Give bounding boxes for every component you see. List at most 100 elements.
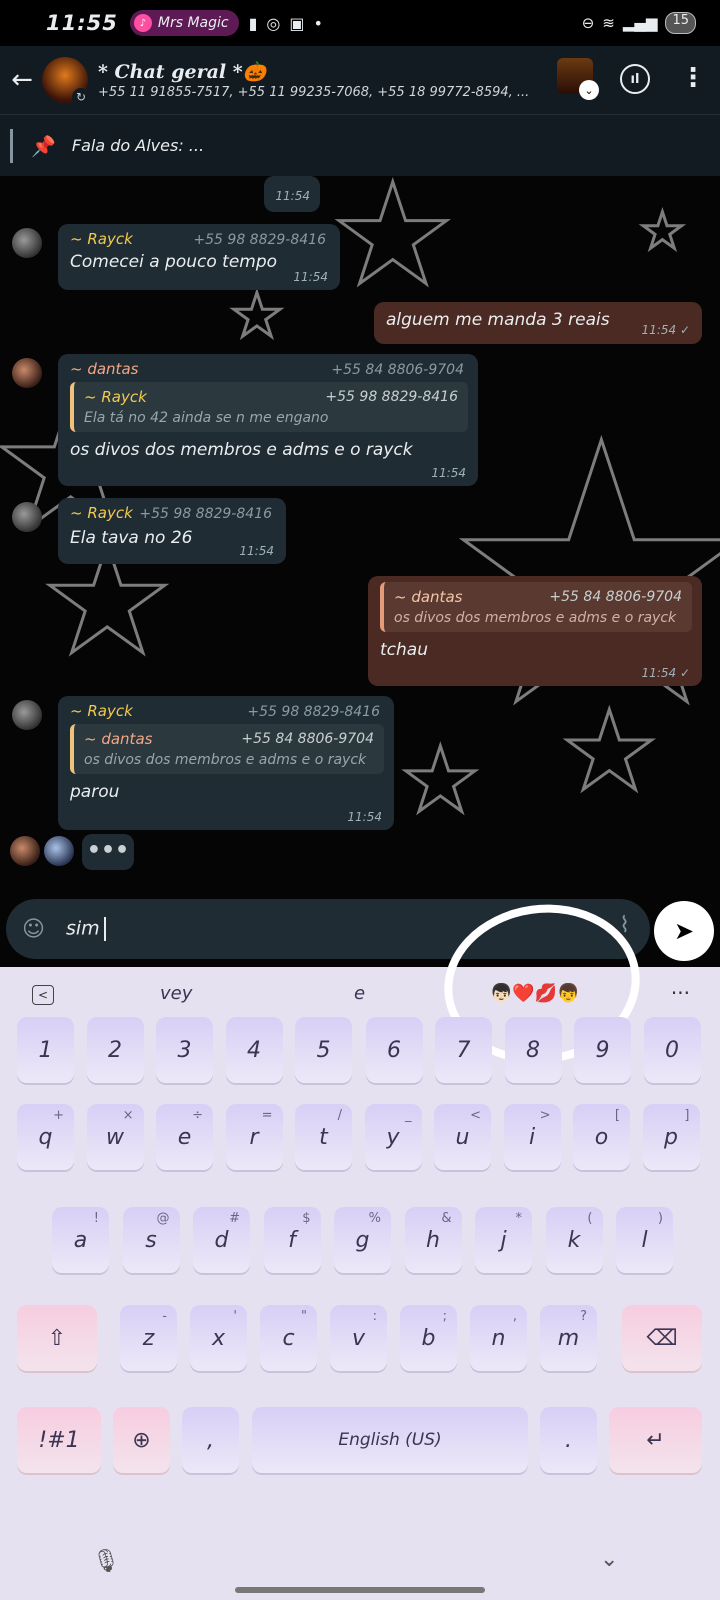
key-z[interactable]: z- xyxy=(120,1305,177,1371)
send-button[interactable]: ➤ xyxy=(654,901,714,961)
shift-key[interactable]: ⇧ xyxy=(17,1305,97,1371)
key-label: , xyxy=(207,1427,214,1453)
message-time: 11:54 ✓ xyxy=(641,666,690,680)
wallpaper-star: ★ xyxy=(639,202,687,260)
key-1[interactable]: 1 xyxy=(17,1017,74,1083)
symbols-key[interactable]: !#1 xyxy=(17,1407,101,1473)
chat-info[interactable]: * Chat geral *🎃 +55 11 91855-7517, +55 1… xyxy=(98,60,538,100)
more-icon[interactable]: ··· xyxy=(671,981,690,1005)
key-label: 6 xyxy=(387,1037,401,1063)
status-bar: 11:55 ♪ Mrs Magic ▮ ◎ ▣ • ⊖ ≋ ▂▄▆ 15 xyxy=(0,0,720,46)
avatar[interactable] xyxy=(12,502,42,532)
chat-title: * Chat geral *🎃 xyxy=(98,61,267,83)
comma-key[interactable]: , xyxy=(182,1407,239,1473)
key-d[interactable]: d # xyxy=(193,1207,250,1273)
key-2[interactable]: 2 xyxy=(86,1017,144,1083)
key-9[interactable]: 9 xyxy=(574,1017,631,1083)
message-bubble[interactable]: alguem me manda 3 reais 11:54 ✓ xyxy=(374,302,702,344)
quoted-phone: +55 84 8806-9704 xyxy=(549,589,682,605)
avatar[interactable] xyxy=(12,700,42,730)
key-b[interactable]: b; xyxy=(400,1305,457,1371)
group-avatar[interactable]: ↻ xyxy=(42,57,90,106)
space-key[interactable]: English (US) xyxy=(252,1407,528,1473)
key-label: n xyxy=(491,1325,506,1351)
key-7[interactable]: 7 xyxy=(435,1017,492,1083)
key-g[interactable]: g% xyxy=(334,1207,391,1273)
key-s[interactable]: s @ xyxy=(122,1207,180,1273)
backspace-key[interactable]: ⌫ xyxy=(622,1305,702,1371)
quoted-message[interactable]: ~ dantas +55 84 8806-9704 os divos dos m… xyxy=(70,724,384,774)
key-secondary-label: _ xyxy=(405,1108,412,1123)
key-label: j xyxy=(500,1227,507,1253)
quoted-message[interactable]: ~ dantas +55 84 8806-9704 os divos dos m… xyxy=(380,582,692,632)
key-6[interactable]: 6 xyxy=(365,1017,423,1083)
key-5[interactable]: 5 xyxy=(295,1017,352,1083)
key-secondary-label: $ xyxy=(302,1211,311,1226)
avatar xyxy=(44,836,74,866)
key-f[interactable]: f $ xyxy=(263,1207,321,1273)
message-bubble[interactable]: ~ Rayck +55 98 8829-8416 ~ dantas +55 84… xyxy=(58,696,394,830)
avatar[interactable] xyxy=(12,358,42,388)
key-j[interactable]: j * xyxy=(475,1207,532,1273)
key-y[interactable]: y _ xyxy=(364,1104,422,1170)
period-key[interactable]: . xyxy=(540,1407,597,1473)
music-icon: ♪ xyxy=(133,14,152,32)
home-indicator[interactable] xyxy=(235,1587,485,1593)
microphone-icon[interactable]: 🎙 xyxy=(92,1549,120,1574)
pinned-indicator xyxy=(10,128,13,163)
key-n[interactable]: n, xyxy=(470,1305,527,1371)
key-w[interactable]: w × xyxy=(86,1104,144,1170)
chat-area[interactable]: ★ ★ ★ ★ ★ ★ ★ ★ 11:54 ~ Rayck +55 98 882… xyxy=(0,176,720,895)
suggestion-item[interactable]: vey xyxy=(160,983,192,1004)
key-h[interactable]: h & xyxy=(404,1207,462,1273)
key-8[interactable]: 8 xyxy=(504,1017,562,1083)
media-chip[interactable]: ♪ Mrs Magic xyxy=(129,10,239,36)
key-o[interactable]: o[ xyxy=(573,1104,630,1170)
more-options-icon[interactable]: ⋮ xyxy=(680,63,706,93)
battery-indicator: 15 xyxy=(665,12,696,34)
key-a[interactable]: a! xyxy=(52,1207,109,1273)
pinned-message-bar[interactable]: 📌 Fala do Alves: ... xyxy=(0,114,720,176)
clock: 11:55 xyxy=(46,11,118,35)
sticker-icon[interactable]: ☺ xyxy=(22,917,52,942)
key-4[interactable]: 4 xyxy=(225,1017,283,1083)
suggestion-item[interactable]: e xyxy=(354,983,365,1004)
message-bubble[interactable]: ~ Rayck +55 98 8829-8416 Comecei a pouco… xyxy=(58,224,340,290)
pin-icon: 📌 xyxy=(31,133,56,158)
key-u[interactable]: u < xyxy=(434,1104,491,1170)
arrow-left-icon[interactable]: ← xyxy=(2,65,42,95)
message-bubble[interactable]: ~ Rayck +55 98 8829-8416 Ela tava no 26 … xyxy=(58,498,286,564)
key-secondary-label: ' xyxy=(233,1309,237,1324)
key-l[interactable]: l) xyxy=(616,1207,673,1273)
key-i[interactable]: i > xyxy=(503,1104,561,1170)
community-avatar[interactable]: ⌄ xyxy=(557,58,599,100)
message-bubble[interactable]: ~ dantas +55 84 8806-9704 ~ Rayck +55 98… xyxy=(58,354,478,486)
message-bubble[interactable]: 11:54 xyxy=(264,176,320,212)
key-p[interactable]: p] xyxy=(642,1104,700,1170)
key-label: ↵ xyxy=(646,1427,665,1453)
key-secondary-label: ! xyxy=(93,1211,99,1226)
key-q[interactable]: q + xyxy=(17,1104,74,1170)
input-text: sim xyxy=(66,917,106,941)
key-0[interactable]: 0 xyxy=(643,1017,701,1083)
message-time: 11:54 xyxy=(275,189,310,203)
key-m[interactable]: m? xyxy=(540,1305,597,1371)
audio-chat-icon[interactable]: ıl xyxy=(620,64,650,94)
key-k[interactable]: k( xyxy=(545,1207,603,1273)
quoted-message[interactable]: ~ Rayck +55 98 8829-8416 Ela tá no 42 ai… xyxy=(70,382,468,432)
key-r[interactable]: r = xyxy=(225,1104,283,1170)
key-v[interactable]: v: xyxy=(330,1305,387,1371)
message-bubble[interactable]: ~ dantas +55 84 8806-9704 os divos dos m… xyxy=(368,576,702,686)
key-label: 3 xyxy=(177,1037,192,1063)
toolbar-toggle-icon[interactable]: < xyxy=(32,985,54,1005)
language-key[interactable]: ⊕ xyxy=(113,1407,170,1473)
key-3[interactable]: 3 xyxy=(156,1017,213,1083)
enter-key[interactable]: ↵ xyxy=(609,1407,702,1473)
key-e[interactable]: e ÷ xyxy=(156,1104,213,1170)
key-c[interactable]: c " xyxy=(260,1305,317,1371)
key-t[interactable]: t / xyxy=(295,1104,352,1170)
key-x[interactable]: x ' xyxy=(190,1305,247,1371)
hide-keyboard-icon[interactable]: ⌄ xyxy=(600,1547,618,1572)
avatar[interactable] xyxy=(12,228,42,258)
key-secondary-label: ; xyxy=(442,1309,447,1324)
